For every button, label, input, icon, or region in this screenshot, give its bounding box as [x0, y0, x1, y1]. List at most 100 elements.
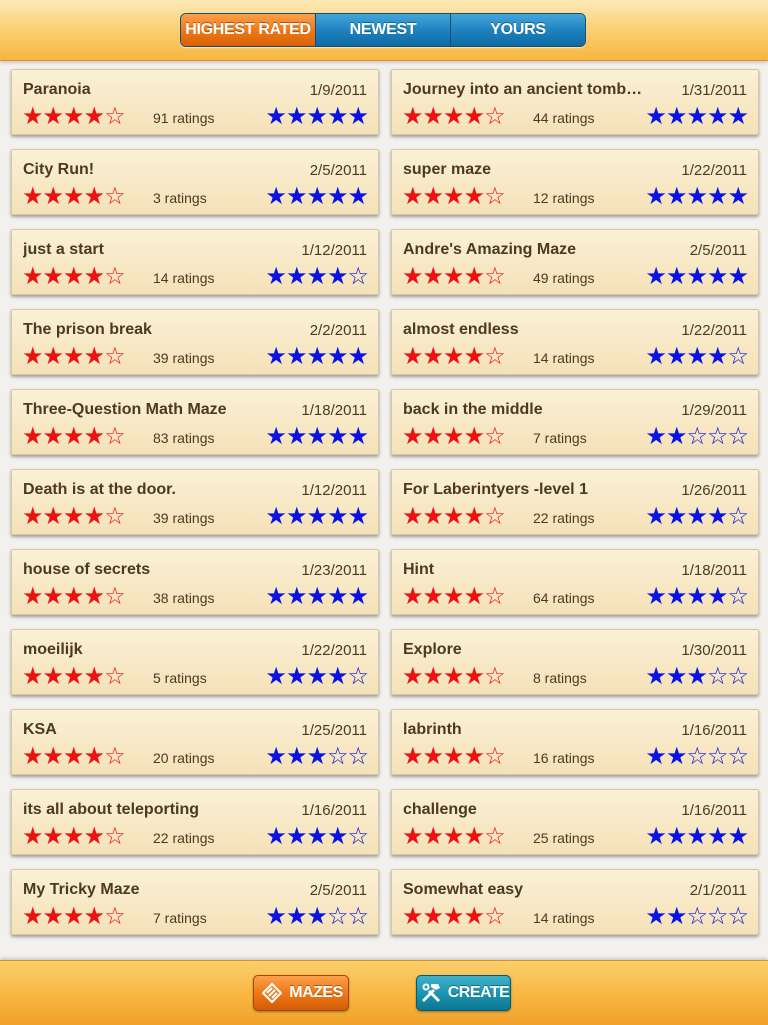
- ratings-count: 14 ratings: [533, 910, 595, 926]
- ratings-count: 49 ratings: [533, 270, 595, 286]
- maze-card[interactable]: house of secrets 1/23/2011 ★★★★☆ 38 ratings…: [11, 549, 379, 615]
- maze-date: 1/23/2011: [301, 562, 367, 579]
- maze-card[interactable]: For Laberintyers -level 1 1/26/2011 ★★★★☆ 2…: [391, 469, 759, 535]
- maze-date: 1/29/2011: [681, 402, 747, 419]
- maze-name: challenge: [403, 801, 477, 818]
- ratings-count: 7 ratings: [533, 430, 587, 446]
- user-rating-stars: ★★★★☆: [402, 823, 506, 850]
- difficulty-stars: ★★☆☆☆: [645, 743, 749, 770]
- user-rating-stars: ★★★★☆: [22, 583, 126, 610]
- difficulty-stars: ★★★★★: [265, 583, 369, 610]
- maze-card[interactable]: Death is at the door. 1/12/2011 ★★★★☆ 39 ra…: [11, 469, 379, 535]
- maze-card[interactable]: challenge 1/16/2011 ★★★★☆ 25 ratings ★★★★★: [391, 789, 759, 855]
- user-rating-stars: ★★★★☆: [22, 743, 126, 770]
- ratings-count: 64 ratings: [533, 590, 595, 606]
- ratings-count: 22 ratings: [153, 830, 215, 846]
- maze-date: 1/16/2011: [681, 802, 747, 819]
- mazes-label: MAZES: [289, 984, 343, 1001]
- maze-name: City Run!: [23, 161, 95, 178]
- user-rating-stars: ★★★★☆: [402, 743, 506, 770]
- maze-date: 2/5/2011: [309, 882, 367, 899]
- maze-card[interactable]: just a start 1/12/2011 ★★★★☆ 14 ratings ★★★★…: [11, 229, 379, 295]
- maze-card[interactable]: back in the middle 1/29/2011 ★★★★☆ 7 rating…: [391, 389, 759, 455]
- difficulty-stars: ★★★★★: [265, 183, 369, 210]
- user-rating-stars: ★★★★☆: [402, 503, 506, 530]
- maze-card[interactable]: Three-Question Math Maze 1/18/2011 ★★★★☆ 83…: [11, 389, 379, 455]
- create-button[interactable]: CREATE: [416, 975, 511, 1011]
- ratings-count: 3 ratings: [153, 190, 207, 206]
- ratings-count: 7 ratings: [153, 910, 207, 926]
- ratings-count: 38 ratings: [153, 590, 215, 606]
- user-rating-stars: ★★★★☆: [22, 263, 126, 290]
- difficulty-stars: ★★★★☆: [265, 663, 369, 690]
- maze-stack-icon: [259, 980, 285, 1006]
- maze-card[interactable]: Andre's Amazing Maze 2/5/2011 ★★★★☆ 49 rati…: [391, 229, 759, 295]
- tab-newest[interactable]: NEWEST: [315, 14, 450, 46]
- maze-card[interactable]: KSA 1/25/2011 ★★★★☆ 20 ratings ★★★☆☆: [11, 709, 379, 775]
- maze-card[interactable]: Journey into an ancient tomb… 1/31/2011 ★★…: [391, 69, 759, 135]
- ratings-count: 5 ratings: [153, 670, 207, 686]
- difficulty-stars: ★★★★★: [645, 183, 749, 210]
- difficulty-stars: ★★★★★: [645, 103, 749, 130]
- maze-date: 2/2/2011: [309, 322, 367, 339]
- maze-name: My Tricky Maze: [23, 881, 140, 898]
- maze-date: 1/12/2011: [301, 242, 367, 259]
- ratings-count: 22 ratings: [533, 510, 595, 526]
- user-rating-stars: ★★★★☆: [22, 663, 126, 690]
- maze-date: 1/22/2011: [301, 642, 367, 659]
- maze-date: 1/18/2011: [301, 402, 367, 419]
- ratings-count: 39 ratings: [153, 510, 215, 526]
- maze-date: 2/5/2011: [309, 162, 367, 179]
- maze-date: 1/16/2011: [301, 802, 367, 819]
- ratings-count: 8 ratings: [533, 670, 587, 686]
- tab-highest-rated[interactable]: HIGHEST RATED: [181, 14, 315, 46]
- maze-card[interactable]: almost endless 1/22/2011 ★★★★☆ 14 ratings ★★…: [391, 309, 759, 375]
- difficulty-stars: ★★★★☆: [265, 263, 369, 290]
- maze-date: 1/30/2011: [681, 642, 747, 659]
- ratings-count: 12 ratings: [533, 190, 595, 206]
- difficulty-stars: ★★★★☆: [645, 583, 749, 610]
- maze-name: Journey into an ancient tomb…: [403, 81, 643, 98]
- maze-card[interactable]: its all about teleporting 1/16/2011 ★★★★☆ 2…: [11, 789, 379, 855]
- bottom-bar: MAZES CREATE: [0, 960, 768, 1025]
- user-rating-stars: ★★★★☆: [22, 183, 126, 210]
- maze-card[interactable]: Paranoia 1/9/2011 ★★★★☆ 91 ratings ★★★★★: [11, 69, 379, 135]
- tab-yours[interactable]: YOURS: [450, 14, 585, 46]
- difficulty-stars: ★★★★☆: [645, 503, 749, 530]
- user-rating-stars: ★★★★☆: [22, 343, 126, 370]
- mazes-button[interactable]: MAZES: [253, 975, 349, 1011]
- maze-card[interactable]: The prison break 2/2/2011 ★★★★☆ 39 ratings ★…: [11, 309, 379, 375]
- difficulty-stars: ★★★★★: [645, 263, 749, 290]
- maze-date: 1/9/2011: [309, 82, 367, 99]
- maze-date: 2/1/2011: [689, 882, 747, 899]
- maze-name: back in the middle: [403, 401, 543, 418]
- maze-name: The prison break: [23, 321, 152, 338]
- maze-date: 1/12/2011: [301, 482, 367, 499]
- maze-date: 1/31/2011: [681, 82, 747, 99]
- maze-card[interactable]: super maze 1/22/2011 ★★★★☆ 12 ratings ★★★★★: [391, 149, 759, 215]
- maze-card[interactable]: City Run! 2/5/2011 ★★★★☆ 3 ratings ★★★★★: [11, 149, 379, 215]
- difficulty-stars: ★★★★☆: [265, 823, 369, 850]
- maze-date: 1/26/2011: [681, 482, 747, 499]
- maze-card[interactable]: moeilijk 1/22/2011 ★★★★☆ 5 ratings ★★★★☆: [11, 629, 379, 695]
- maze-card[interactable]: Explore 1/30/2011 ★★★★☆ 8 ratings ★★★☆☆: [391, 629, 759, 695]
- maze-card[interactable]: labrinth 1/16/2011 ★★★★☆ 16 ratings ★★☆☆☆: [391, 709, 759, 775]
- maze-name: Explore: [403, 641, 462, 658]
- difficulty-stars: ★★★☆☆: [265, 903, 369, 930]
- ratings-count: 25 ratings: [533, 830, 595, 846]
- ratings-count: 83 ratings: [153, 430, 215, 446]
- maze-name: house of secrets: [23, 561, 151, 578]
- maze-name: Andre's Amazing Maze: [403, 241, 577, 258]
- top-bar: HIGHEST RATED NEWEST YOURS: [0, 0, 768, 61]
- maze-date: 1/18/2011: [681, 562, 747, 579]
- maze-date: 1/22/2011: [681, 162, 747, 179]
- maze-name: Three-Question Math Maze: [23, 401, 227, 418]
- maze-name: Somewhat easy: [403, 881, 524, 898]
- difficulty-stars: ★★★☆☆: [265, 743, 369, 770]
- maze-card[interactable]: Somewhat easy 2/1/2011 ★★★★☆ 14 ratings ★★☆☆…: [391, 869, 759, 935]
- maze-card[interactable]: My Tricky Maze 2/5/2011 ★★★★☆ 7 ratings ★★★☆…: [11, 869, 379, 935]
- user-rating-stars: ★★★★☆: [402, 663, 506, 690]
- ratings-count: 39 ratings: [153, 350, 215, 366]
- user-rating-stars: ★★★★☆: [402, 903, 506, 930]
- maze-card[interactable]: Hint 1/18/2011 ★★★★☆ 64 ratings ★★★★☆: [391, 549, 759, 615]
